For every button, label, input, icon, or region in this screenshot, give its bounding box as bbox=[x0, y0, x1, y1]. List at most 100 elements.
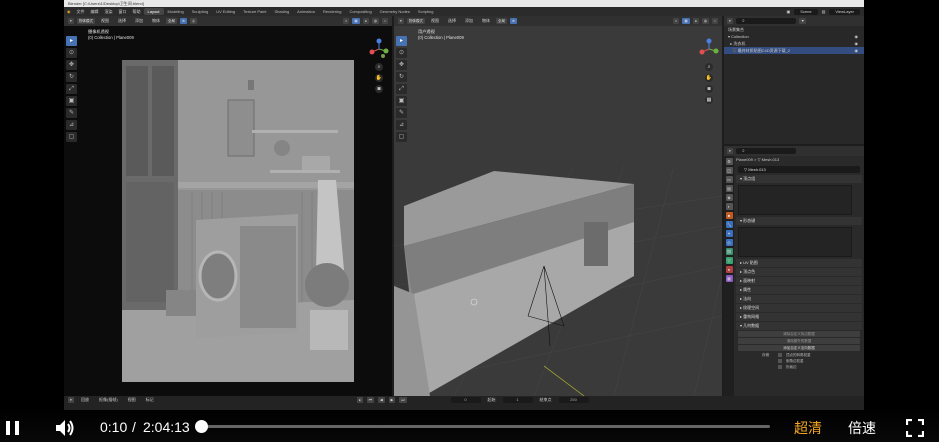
scene-selector[interactable]: Scene bbox=[794, 8, 818, 15]
scale-tool[interactable]: ⤢ bbox=[66, 84, 77, 94]
play-icon[interactable]: ▶ bbox=[388, 397, 396, 403]
tab-rendering[interactable]: Rendering bbox=[319, 8, 345, 15]
axis-gizmo[interactable] bbox=[368, 38, 390, 60]
constraints-tab-icon[interactable]: ⛓ bbox=[725, 248, 733, 255]
axis-gizmo[interactable] bbox=[698, 38, 720, 60]
clear-split-normals-button[interactable]: 清除自定义拆边数据 bbox=[738, 331, 860, 337]
panel-remesh[interactable]: ▸ 重构网格 bbox=[736, 313, 862, 321]
speed-button[interactable]: 倍速 bbox=[848, 418, 876, 438]
zoom-icon[interactable]: ⌕ bbox=[375, 63, 383, 71]
grid-icon[interactable]: ▦ bbox=[705, 96, 713, 104]
modifier-tab-icon[interactable]: 🔧 bbox=[725, 221, 733, 228]
camera-icon[interactable]: ◙ bbox=[705, 85, 713, 93]
right-menu-add[interactable]: 添加 bbox=[462, 18, 476, 24]
panel-vertex-colors[interactable]: ▸ 顶点色 bbox=[736, 268, 862, 276]
rotate-tool[interactable]: ↻ bbox=[396, 72, 407, 82]
pause-icon[interactable] bbox=[4, 419, 22, 437]
tab-uv-editing[interactable]: UV Editing bbox=[212, 8, 239, 15]
user-viewport[interactable]: 用户透视 (0) Collection | Plane009 ▸ ⊙ ✥ ↻ ⤢… bbox=[394, 26, 722, 396]
properties-editor-type[interactable]: ▾ bbox=[727, 148, 733, 154]
outliner-row[interactable]: 场景集合 bbox=[724, 26, 864, 33]
panel-uv-maps[interactable]: ▸ UV 贴图 bbox=[736, 259, 862, 267]
left-shading-rendered[interactable]: ○ bbox=[381, 18, 388, 24]
select-box-tool[interactable]: ▸ bbox=[66, 36, 77, 46]
mesh-name-field[interactable]: ▽ Mesh.013 bbox=[738, 166, 860, 173]
cursor-tool[interactable]: ⊙ bbox=[66, 48, 77, 58]
tab-geometry-nodes[interactable]: Geometry Nodes bbox=[376, 8, 414, 15]
timeline-menu-keying[interactable]: 抠像(插帧) bbox=[96, 397, 121, 403]
select-box-tool[interactable]: ▸ bbox=[396, 36, 407, 46]
particles-tab-icon[interactable]: ✦ bbox=[725, 230, 733, 237]
right-editor-type-button[interactable]: ▾ bbox=[398, 18, 404, 24]
panel-attributes[interactable]: ▸ 属性 bbox=[736, 286, 862, 294]
eye-icon[interactable]: ◉ bbox=[855, 47, 859, 54]
left-mode-dropdown[interactable]: 物体模式 bbox=[77, 18, 95, 24]
add-cube-tool[interactable]: ▢ bbox=[396, 132, 407, 142]
outliner-row-selected[interactable]: ▽ 最终材质贴图C4D资源下载_2 ◉ bbox=[724, 47, 864, 54]
fullscreen-icon[interactable] bbox=[905, 418, 925, 438]
right-shading-solid[interactable]: ● bbox=[692, 18, 699, 24]
right-snap-toggle[interactable]: ⊕ bbox=[510, 18, 517, 24]
menu-window[interactable]: 窗口 bbox=[116, 9, 130, 15]
scene-tab-icon[interactable]: ◈ bbox=[725, 194, 733, 201]
texture-tab-icon[interactable]: ▦ bbox=[725, 275, 733, 282]
mesh-data-tab-icon[interactable]: ▽ bbox=[725, 257, 733, 264]
shape-keys-list[interactable] bbox=[738, 227, 852, 257]
proportional-edit-toggle[interactable]: ◎ bbox=[189, 18, 197, 24]
right-shading-rendered[interactable]: ○ bbox=[711, 18, 718, 24]
left-overlay-toggle[interactable]: ◐ bbox=[343, 18, 350, 24]
outliner-row[interactable]: ▾ Collection ◉ bbox=[724, 33, 864, 40]
panel-vertex-groups[interactable]: ▾ 顶点组 bbox=[736, 175, 862, 183]
zoom-icon[interactable]: ⌕ bbox=[705, 63, 713, 71]
record-button[interactable]: ● bbox=[356, 397, 363, 403]
pan-hand-icon[interactable]: ✋ bbox=[705, 74, 713, 82]
left-menu-view[interactable]: 视图 bbox=[98, 18, 112, 24]
output-tab-icon[interactable]: ▭ bbox=[725, 176, 733, 183]
move-tool[interactable]: ✥ bbox=[66, 60, 77, 70]
left-menu-object[interactable]: 物体 bbox=[149, 18, 163, 24]
play-reverse-icon[interactable]: ◀ bbox=[377, 397, 385, 403]
seek-handle[interactable] bbox=[194, 420, 208, 433]
tab-layout[interactable]: Layout bbox=[143, 8, 164, 15]
outliner-editor-type[interactable]: ▾ bbox=[727, 18, 733, 24]
blender-logo[interactable]: ◉ bbox=[64, 9, 74, 14]
edge-crease-checkbox[interactable]: 折痕边 bbox=[736, 364, 862, 370]
right-xray-toggle[interactable]: ▦ bbox=[682, 18, 690, 24]
cursor-tool[interactable]: ⊙ bbox=[396, 48, 407, 58]
tab-shading[interactable]: Shading bbox=[270, 8, 293, 15]
right-mode-dropdown[interactable]: 物体模式 bbox=[407, 18, 425, 24]
start-frame-field[interactable]: 1 bbox=[502, 397, 533, 403]
left-xray-toggle[interactable]: ▦ bbox=[352, 18, 360, 24]
clear-extra-data-button[interactable]: 清除额外的数据 bbox=[738, 338, 860, 344]
tab-scripting[interactable]: Scripting bbox=[414, 8, 438, 15]
physics-tab-icon[interactable]: ◎ bbox=[725, 239, 733, 246]
eye-icon[interactable]: ◉ bbox=[855, 33, 859, 40]
left-shading-solid[interactable]: ● bbox=[362, 18, 369, 24]
menu-edit[interactable]: 编辑 bbox=[88, 9, 102, 15]
properties-search-input[interactable]: ⌕ bbox=[736, 148, 796, 154]
measure-tool[interactable]: ⊿ bbox=[66, 120, 77, 130]
snap-toggle[interactable]: ⊕ bbox=[180, 18, 187, 24]
scale-tool[interactable]: ⤢ bbox=[396, 84, 407, 94]
menu-file[interactable]: 文件 bbox=[74, 9, 88, 15]
panel-face-maps[interactable]: ▸ 面映射 bbox=[736, 277, 862, 285]
material-tab-icon[interactable]: ● bbox=[725, 266, 733, 273]
view-layer-selector[interactable]: ViewLayer bbox=[829, 8, 860, 15]
transform-tool[interactable]: ▣ bbox=[66, 96, 77, 106]
end-frame-field[interactable]: 250 bbox=[558, 397, 589, 403]
add-custom-normals-button[interactable]: 添加自定义法向数据 bbox=[738, 345, 860, 351]
tab-animation[interactable]: Animation bbox=[293, 8, 319, 15]
left-transform-dropdown[interactable]: 全局 bbox=[166, 18, 177, 24]
menu-render[interactable]: 渲染 bbox=[102, 9, 116, 15]
right-shading-material[interactable]: ◍ bbox=[701, 18, 709, 24]
world-tab-icon[interactable]: ◐ bbox=[725, 203, 733, 210]
annotate-tool[interactable]: ✎ bbox=[66, 108, 77, 118]
view-layer-tab-icon[interactable]: ▤ bbox=[725, 185, 733, 192]
timeline-menu-marker[interactable]: 标记 bbox=[143, 397, 157, 403]
volume-icon[interactable] bbox=[54, 418, 76, 438]
seek-bar[interactable] bbox=[194, 420, 770, 433]
tab-compositing[interactable]: Compositing bbox=[345, 8, 375, 15]
filter-icon[interactable]: ▼ bbox=[799, 18, 807, 24]
rotate-tool[interactable]: ↻ bbox=[66, 72, 77, 82]
left-menu-select[interactable]: 选择 bbox=[115, 18, 129, 24]
